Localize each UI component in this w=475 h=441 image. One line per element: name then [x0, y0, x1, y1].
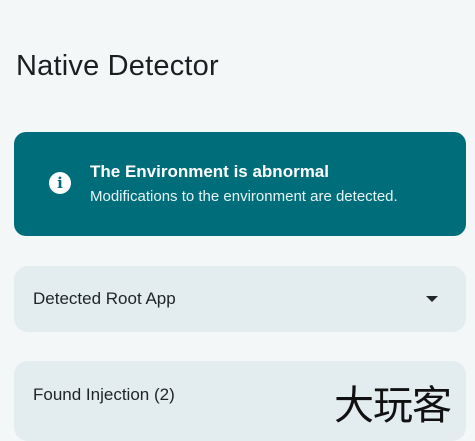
alert-title: The Environment is abnormal — [90, 162, 329, 181]
section-label-injection: Found Injection (2) — [33, 385, 175, 404]
detected-root-app-section[interactable]: Detected Root App — [14, 266, 466, 332]
section-label-root-app: Detected Root App — [33, 289, 176, 308]
alert-message: Modifications to the environment are det… — [90, 188, 398, 205]
watermark-logo: 大玩客 — [334, 383, 452, 429]
page-title: Native Detector — [16, 50, 219, 82]
environment-status-card: i The Environment is abnormal Modificati… — [14, 132, 466, 236]
chevron-down-icon[interactable] — [426, 296, 438, 302]
info-icon: i — [49, 172, 71, 194]
